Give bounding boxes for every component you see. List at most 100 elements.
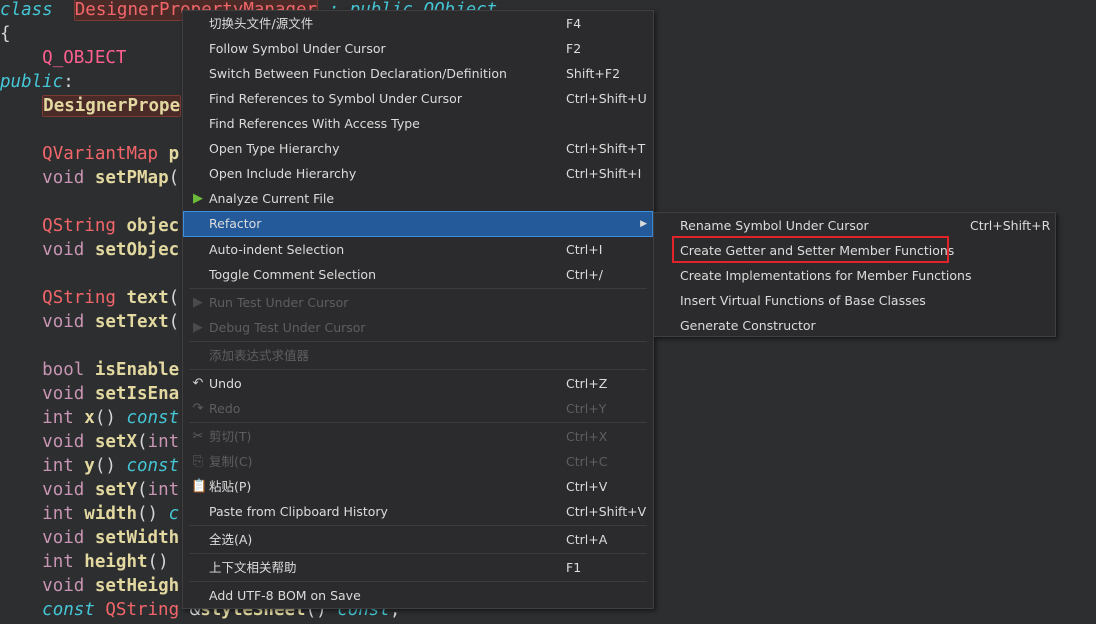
shortcut-label: Ctrl+Shift+I bbox=[566, 166, 642, 181]
menu-item-t[interactable]: ✂ 剪切(T) Ctrl+X bbox=[183, 424, 653, 449]
menu-item-rename-symbol-under-cursor[interactable]: Rename Symbol Under Cursor Ctrl+Shift+R bbox=[654, 213, 1055, 238]
code-token: int bbox=[42, 456, 74, 476]
menu-item-label: Refactor bbox=[209, 216, 262, 231]
menu-item-label: 复制(C) bbox=[209, 454, 253, 469]
menu-item-label: Toggle Comment Selection bbox=[209, 267, 376, 282]
menu-item-label: Rename Symbol Under Cursor bbox=[680, 218, 869, 233]
menu-item-follow-symbol-under-cursor[interactable]: Follow Symbol Under Cursor F2 bbox=[183, 36, 653, 61]
menu-item-[interactable]: 添加表达式求值器 bbox=[183, 343, 653, 368]
menu-item-paste-from-clipboard-history[interactable]: Paste from Clipboard History Ctrl+Shift+V bbox=[183, 499, 653, 524]
menu-item-create-implementations-for-member-functions[interactable]: Create Implementations for Member Functi… bbox=[654, 263, 1055, 288]
menu-item-label: Find References to Symbol Under Cursor bbox=[209, 91, 462, 106]
code-token: () bbox=[94, 456, 127, 476]
menu-item-debug-test-under-cursor[interactable]: ▶ Debug Test Under Cursor bbox=[183, 315, 653, 340]
code-token: x bbox=[73, 408, 95, 428]
code-token: ( bbox=[168, 288, 180, 308]
menu-separator bbox=[189, 581, 647, 582]
menu-item-c[interactable]: ⎘ 复制(C) Ctrl+C bbox=[183, 449, 653, 474]
menu-item-analyze-current-file[interactable]: ▶ Analyze Current File bbox=[183, 186, 653, 211]
menu-item-auto-indent-selection[interactable]: Auto-indent Selection Ctrl+I bbox=[183, 237, 653, 262]
code-token: height bbox=[73, 552, 148, 572]
code-token: () bbox=[136, 504, 169, 524]
menu-item-label: Find References With Access Type bbox=[209, 116, 420, 131]
menu-item-[interactable]: 上下文相关帮助 F1 bbox=[183, 555, 653, 580]
menu-item-switch-between-function-declaration-definition[interactable]: Switch Between Function Declaration/Defi… bbox=[183, 61, 653, 86]
code-token: setPMap bbox=[84, 168, 169, 188]
menu-item-label: Insert Virtual Functions of Base Classes bbox=[680, 293, 926, 308]
shortcut-label: F4 bbox=[566, 16, 582, 31]
shortcut-label: Ctrl+X bbox=[566, 429, 608, 444]
menu-item-generate-constructor[interactable]: Generate Constructor bbox=[654, 313, 1055, 338]
code-token: const bbox=[126, 456, 180, 476]
menu-item-label: Generate Constructor bbox=[680, 318, 816, 333]
code-token: void bbox=[42, 168, 85, 188]
menu-item-[interactable]: 切换头文件/源文件 F4 bbox=[183, 11, 653, 36]
menu-item-label: 添加表达式求值器 bbox=[209, 348, 310, 363]
code-token: setX bbox=[84, 432, 137, 452]
code-token: ( bbox=[168, 168, 180, 188]
shortcut-label: Ctrl+A bbox=[566, 532, 608, 547]
shortcut-label: Ctrl+Y bbox=[566, 401, 607, 416]
paste-icon: 📋 bbox=[191, 479, 208, 494]
menu-item-label: 切换头文件/源文件 bbox=[209, 16, 314, 31]
shortcut-label: Ctrl+V bbox=[566, 479, 608, 494]
code-token: void bbox=[42, 312, 85, 332]
menu-item-undo[interactable]: ↶ Undo Ctrl+Z bbox=[183, 371, 653, 396]
menu-item-toggle-comment-selection[interactable]: Toggle Comment Selection Ctrl+/ bbox=[183, 262, 653, 287]
menu-item-insert-virtual-functions-of-base-classes[interactable]: Insert Virtual Functions of Base Classes bbox=[654, 288, 1055, 313]
debug-icon: ▶ bbox=[193, 320, 203, 335]
code-token: void bbox=[42, 576, 85, 596]
code-token: int bbox=[42, 408, 74, 428]
code-token: setObjec bbox=[84, 240, 180, 260]
undo-icon: ↶ bbox=[192, 376, 204, 391]
menu-separator bbox=[189, 369, 647, 370]
menu-item-label: 剪切(T) bbox=[209, 429, 252, 444]
shortcut-label: Ctrl+Shift+V bbox=[566, 504, 647, 519]
menu-item-open-type-hierarchy[interactable]: Open Type Hierarchy Ctrl+Shift+T bbox=[183, 136, 653, 161]
submenu-arrow-icon: ▶ bbox=[640, 219, 647, 229]
menu-item-find-references-to-symbol-under-cursor[interactable]: Find References to Symbol Under Cursor Ct… bbox=[183, 86, 653, 111]
menu-separator bbox=[189, 422, 647, 423]
menu-item-a[interactable]: 全选(A) Ctrl+A bbox=[183, 527, 653, 552]
menu-item-redo[interactable]: ↷ Redo Ctrl+Y bbox=[183, 396, 653, 421]
refactor-submenu: Rename Symbol Under Cursor Ctrl+Shift+R Cr… bbox=[653, 212, 1056, 337]
shortcut-label: Ctrl+Z bbox=[566, 376, 608, 391]
menu-item-open-include-hierarchy[interactable]: Open Include Hierarchy Ctrl+Shift+I bbox=[183, 161, 653, 186]
code-token: QString bbox=[42, 216, 116, 236]
code-token: { bbox=[0, 24, 11, 44]
code-token: : bbox=[63, 72, 74, 92]
code-token: const bbox=[42, 600, 95, 620]
code-token: void bbox=[42, 528, 85, 548]
menu-item-p[interactable]: 📋 粘贴(P) Ctrl+V bbox=[183, 474, 653, 499]
menu-item-refactor[interactable]: Refactor ▶ bbox=[183, 211, 653, 237]
code-token: isEnable bbox=[84, 360, 180, 380]
code-token: int bbox=[42, 552, 74, 572]
code-token: setWidth bbox=[84, 528, 180, 548]
menu-item-add-utf-8-bom-on-save[interactable]: Add UTF-8 BOM on Save bbox=[183, 583, 653, 608]
code-token: int bbox=[147, 432, 180, 452]
menu-item-run-test-under-cursor[interactable]: ▶ Run Test Under Cursor bbox=[183, 290, 653, 315]
shortcut-label: Ctrl+I bbox=[566, 242, 603, 257]
code-token: width bbox=[73, 504, 137, 524]
code-token: bool bbox=[42, 360, 85, 380]
menu-item-find-references-with-access-type[interactable]: Find References With Access Type bbox=[183, 111, 653, 136]
analyze-icon: ▶ bbox=[193, 191, 203, 206]
code-token: text bbox=[115, 288, 169, 308]
code-token: ( bbox=[137, 432, 148, 452]
code-token: p bbox=[158, 144, 180, 164]
code-token: Q_OBJECT bbox=[42, 48, 127, 68]
code-token: QVariantMap bbox=[42, 144, 159, 164]
redo-icon: ↷ bbox=[192, 401, 204, 416]
menu-item-label: Open Type Hierarchy bbox=[209, 141, 340, 156]
cut-icon: ✂ bbox=[192, 429, 204, 444]
code-token: void bbox=[42, 384, 85, 404]
shortcut-label: Shift+F2 bbox=[566, 66, 621, 81]
